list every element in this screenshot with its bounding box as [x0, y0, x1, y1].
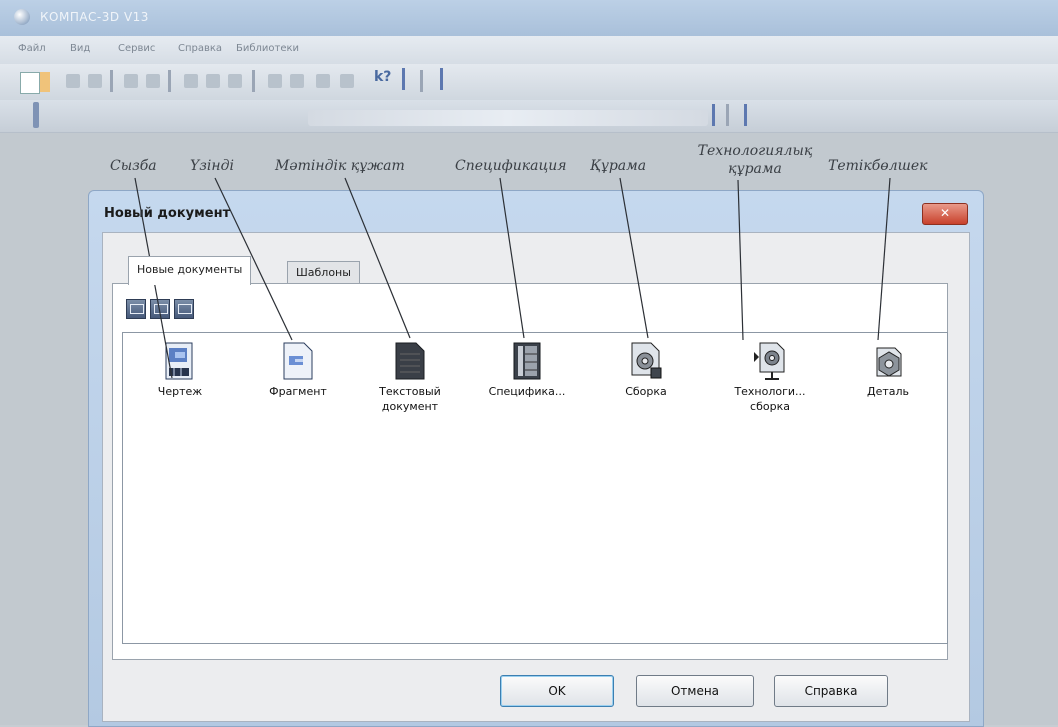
- app-window: КОМПАС-3D V13 Файл Вид Сервис Справка Би…: [0, 0, 1058, 727]
- tab-new-documents[interactable]: Новые документы: [128, 256, 252, 285]
- annotation-leader-lines: [134, 177, 891, 379]
